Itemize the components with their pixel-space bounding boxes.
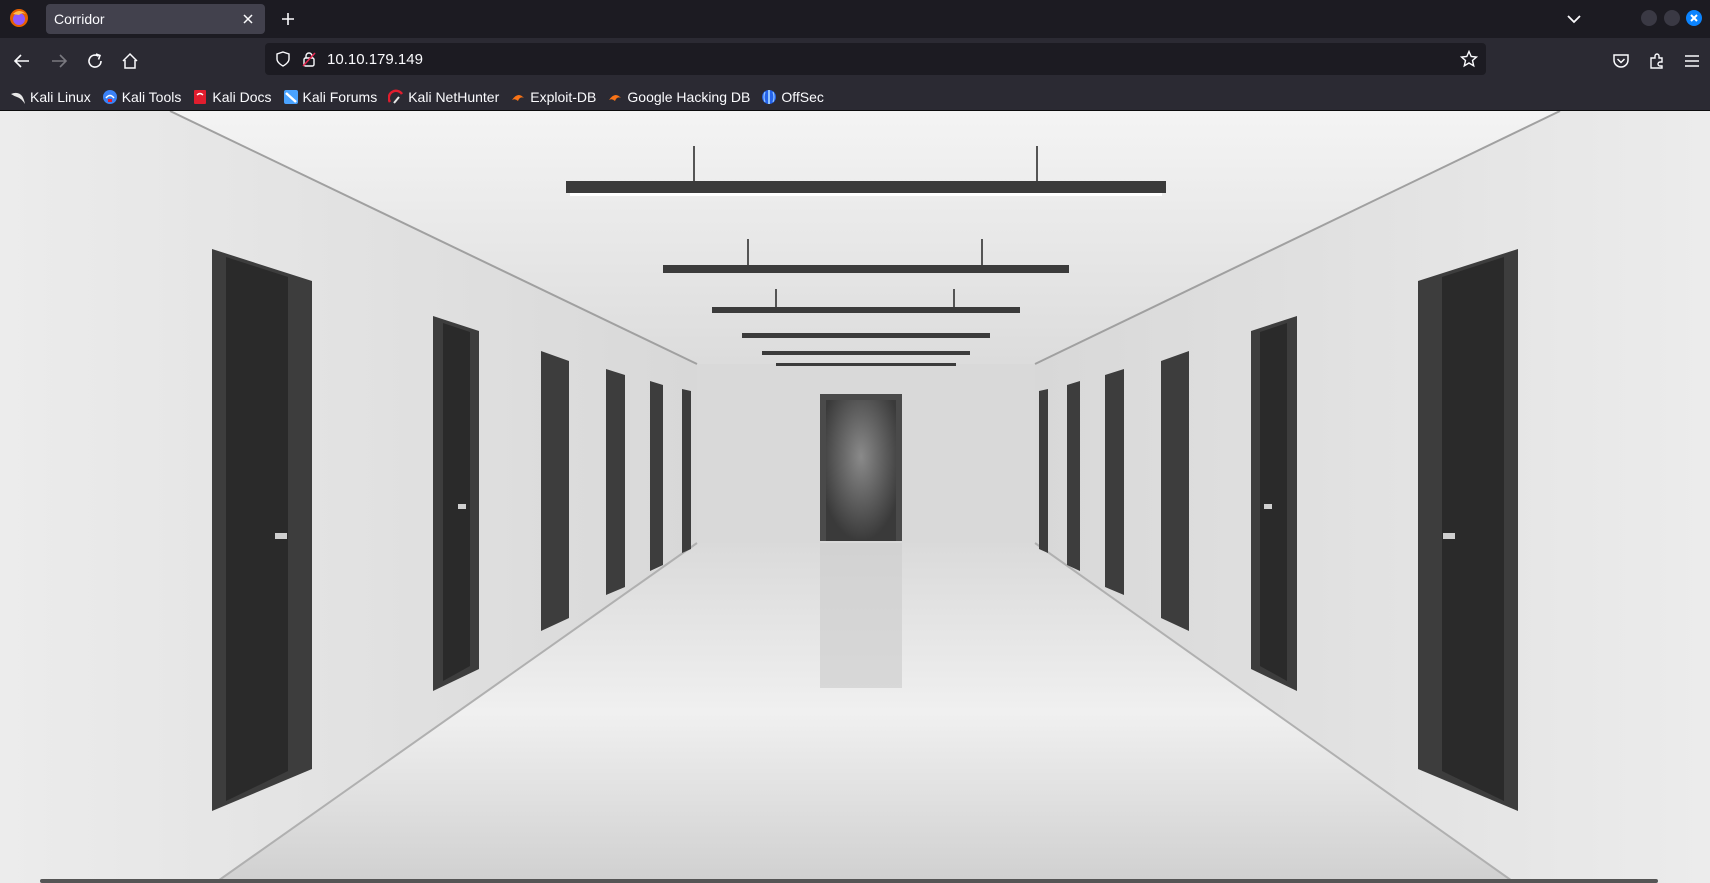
kali-tools-icon: [102, 89, 118, 105]
bookmark-kali-nethunter[interactable]: Kali NetHunter: [387, 85, 500, 109]
exploit-db-icon: [510, 89, 526, 105]
maximize-window-icon[interactable]: [1664, 10, 1680, 26]
bookmark-kali-linux[interactable]: Kali Linux: [10, 85, 91, 109]
chevron-down-icon[interactable]: [1564, 9, 1584, 29]
page-content: [0, 111, 1710, 883]
ghdb-icon: [607, 89, 623, 105]
bookmarks-toolbar: Kali Linux Kali Tools Kali Docs Kali For…: [0, 83, 1710, 111]
corridor-image: [0, 111, 1710, 883]
bookmark-label: Kali Forums: [302, 88, 378, 105]
bookmark-kali-forums[interactable]: Kali Forums: [283, 85, 378, 109]
bookmark-offsec[interactable]: OffSec: [761, 85, 824, 109]
kali-docs-icon: [192, 89, 208, 105]
bookmark-label: Kali Linux: [30, 88, 91, 105]
bookmark-star-icon[interactable]: [1460, 50, 1478, 68]
menu-icon[interactable]: [1680, 49, 1704, 73]
bookmark-label: OffSec: [781, 88, 824, 105]
bookmark-label: Google Hacking DB: [627, 88, 751, 105]
bookmark-google-hacking-db[interactable]: Google Hacking DB: [607, 85, 750, 109]
horizontal-scrollbar[interactable]: [40, 879, 1658, 883]
shield-icon[interactable]: [275, 51, 291, 67]
extensions-icon[interactable]: [1645, 49, 1669, 73]
pocket-icon[interactable]: [1609, 49, 1633, 73]
kali-nethunter-icon: [387, 89, 404, 105]
minimize-window-icon[interactable]: [1641, 10, 1657, 26]
bookmark-exploit-db[interactable]: Exploit-DB: [510, 85, 596, 109]
bookmark-label: Kali Docs: [212, 88, 272, 105]
tab-corridor[interactable]: Corridor: [46, 4, 265, 34]
bookmark-kali-tools[interactable]: Kali Tools: [102, 85, 182, 109]
kali-forums-icon: [283, 89, 299, 105]
kali-dragon-icon: [10, 89, 26, 105]
tab-title: Corridor: [54, 11, 105, 27]
offsec-icon: [761, 89, 777, 105]
close-window-icon[interactable]: [1686, 10, 1702, 26]
bookmark-kali-docs[interactable]: Kali Docs: [192, 85, 272, 109]
url-text[interactable]: 10.10.179.149: [327, 51, 423, 68]
new-tab-icon[interactable]: [278, 9, 298, 29]
bookmark-label: Kali Tools: [121, 88, 182, 105]
bookmark-label: Kali NetHunter: [408, 88, 500, 105]
navigation-toolbar: 10.10.179.149: [0, 38, 1710, 83]
reload-icon[interactable]: [83, 49, 107, 73]
insecure-lock-icon[interactable]: [301, 51, 317, 67]
firefox-logo-icon[interactable]: [9, 8, 29, 28]
back-arrow-icon[interactable]: [10, 49, 34, 73]
home-icon[interactable]: [118, 49, 142, 73]
forward-arrow-icon[interactable]: [47, 49, 71, 73]
bookmark-label: Exploit-DB: [530, 88, 597, 105]
url-bar[interactable]: 10.10.179.149: [265, 43, 1486, 75]
close-tab-icon[interactable]: [239, 10, 257, 28]
tab-bar: Corridor: [0, 0, 1710, 38]
